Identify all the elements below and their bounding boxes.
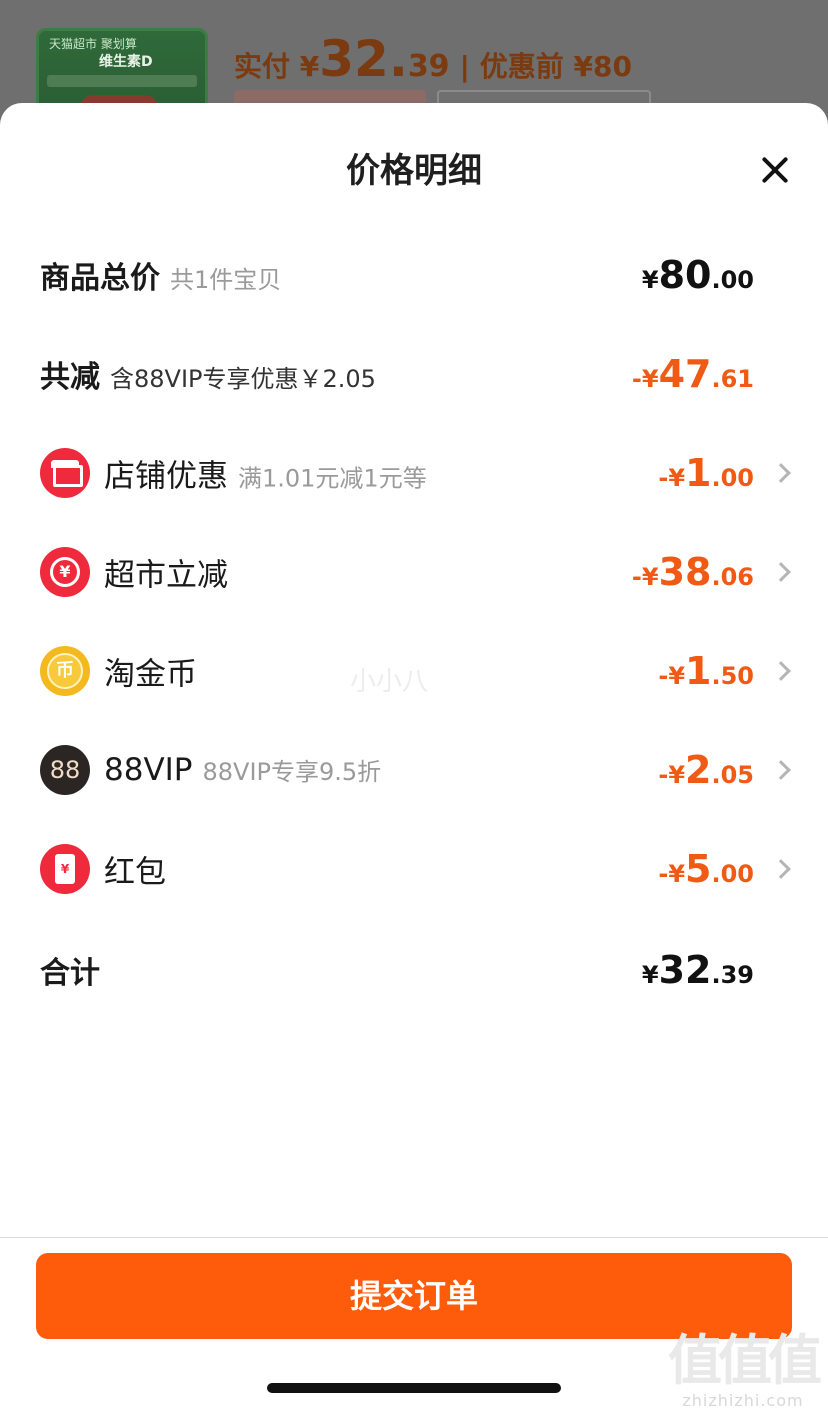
red-packet-icon: ¥ [40,844,90,894]
amount-int: 1 [685,649,712,693]
total-discount-label: 共减 含88VIP专享优惠￥2.05 [40,352,376,396]
currency-symbol: -¥ [631,563,659,591]
watermark-text: 小小八 [350,667,429,697]
amount-dec: .05 [711,761,754,789]
currency-symbol: ¥ [641,961,659,989]
amount-dec: .39 [711,961,754,989]
vip-text: 88VIP [104,752,193,788]
vip-discount-rule: 88VIP专享9.5折 [202,758,382,786]
taojinbi-amount: -¥1.50 [658,649,754,693]
currency-symbol: -¥ [658,860,686,888]
total-discount-text: 共减 [40,360,100,395]
chevron-right-icon[interactable] [771,562,791,582]
thumbnail-tag-text: 天猫超市 聚划算 [49,37,137,51]
row-goods-total: 商品总价 共1件宝贝 ¥80.00 [0,235,828,315]
thumbnail-title-text: 维生素D [99,54,153,70]
amount-int: 38 [658,550,712,594]
amount-dec: .00 [711,464,754,492]
amount-dec: .61 [711,365,754,393]
currency-symbol: -¥ [658,464,686,492]
chevron-right-icon[interactable] [771,661,791,681]
logo-glyphs: 值值值 [668,1329,822,1392]
goods-total-label: 商品总价 共1件宝贝 [40,253,281,297]
amount-int: 1 [685,451,712,495]
corner-watermark-logo: 值值值 zhizhizhi.com [668,1329,822,1411]
footer-divider [0,1237,828,1238]
shop-discount-text: 店铺优惠 [104,458,228,495]
yen-glyph: ¥ [50,557,80,587]
red-packet-amount: -¥5.00 [658,847,754,891]
home-indicator[interactable] [267,1383,561,1393]
total-discount-amount: -¥47.61 [632,352,754,396]
background-price: 实付 ¥32.39 | 优惠前 ¥80 [234,30,632,88]
taojinbi-label: 淘金币 [104,656,197,693]
vip-icon: 88 [40,745,90,795]
price-separator: | [459,50,470,83]
amount-dec: .00 [711,266,754,294]
paid-int: 32. [319,30,408,88]
shop-discount-amount: -¥1.00 [658,451,754,495]
currency-symbol: -¥ [631,365,659,393]
chevron-right-icon[interactable] [771,859,791,879]
vip-included-note: 含88VIP专享优惠￥2.05 [110,365,376,393]
sum-amount: ¥32.39 [642,948,754,992]
amount-dec: .50 [711,662,754,690]
row-shop-discount[interactable]: 店铺优惠 满1.01元减1元等 -¥1.00 [0,433,828,513]
goods-total-text: 商品总价 [40,261,160,296]
submit-order-button[interactable]: 提交订单 [36,1253,792,1339]
goods-total-amount: ¥80.00 [642,253,754,297]
paid-label: 实付 ¥ [234,50,320,83]
vip-label: 88VIP 88VIP专享9.5折 [104,752,381,788]
amount-int: 5 [685,847,712,891]
amount-int: 2 [685,748,712,792]
market-discount-label: 超市立减 [104,557,228,594]
market-discount-amount: -¥38.06 [632,550,754,594]
sheet-title: 价格明细 [346,151,482,191]
vip-amount: -¥2.05 [658,748,754,792]
gold-coin-icon: 币 [40,646,90,696]
sum-label: 合计 [40,956,100,991]
currency-symbol: -¥ [658,761,686,789]
paid-dec: 39 [407,49,450,84]
chevron-right-icon[interactable] [771,760,791,780]
chevron-right-icon[interactable] [771,463,791,483]
yen-coin-icon: ¥ [40,547,90,597]
red-packet-label: 红包 [104,854,166,891]
original-price-label: 优惠前 ¥80 [479,50,632,83]
currency-symbol: -¥ [658,662,686,690]
row-88vip[interactable]: 88 88VIP 88VIP专享9.5折 -¥2.05 [0,730,828,810]
red-packet-glyph: ¥ [55,854,75,884]
currency-symbol: ¥ [641,266,659,294]
logo-url: zhizhizhi.com [682,1391,804,1410]
store-icon [40,448,90,498]
amount-int: 32 [658,948,712,992]
price-detail-sheet: 价格明细 商品总价 共1件宝贝 ¥80.00 共减 含88VIP专享优惠￥2.05 … [0,103,828,1412]
amount-int: 47 [658,352,712,396]
goods-count: 共1件宝贝 [170,266,282,294]
amount-int: 80 [658,253,712,297]
amount-dec: .00 [711,860,754,888]
shop-discount-label: 店铺优惠 满1.01元减1元等 [104,451,427,496]
amount-dec: .06 [711,563,754,591]
close-icon[interactable] [752,147,798,193]
row-total-discount: 共减 含88VIP专享优惠￥2.05 -¥47.61 [0,334,828,414]
row-sum: 合计 ¥32.39 [0,930,828,1010]
shop-discount-rule: 满1.01元减1元等 [238,464,427,493]
row-red-packet[interactable]: ¥ 红包 -¥5.00 [0,829,828,909]
thumbnail-banner [47,75,197,87]
coin-glyph: 币 [47,653,83,689]
row-market-discount[interactable]: ¥ 超市立减 -¥38.06 [0,532,828,612]
